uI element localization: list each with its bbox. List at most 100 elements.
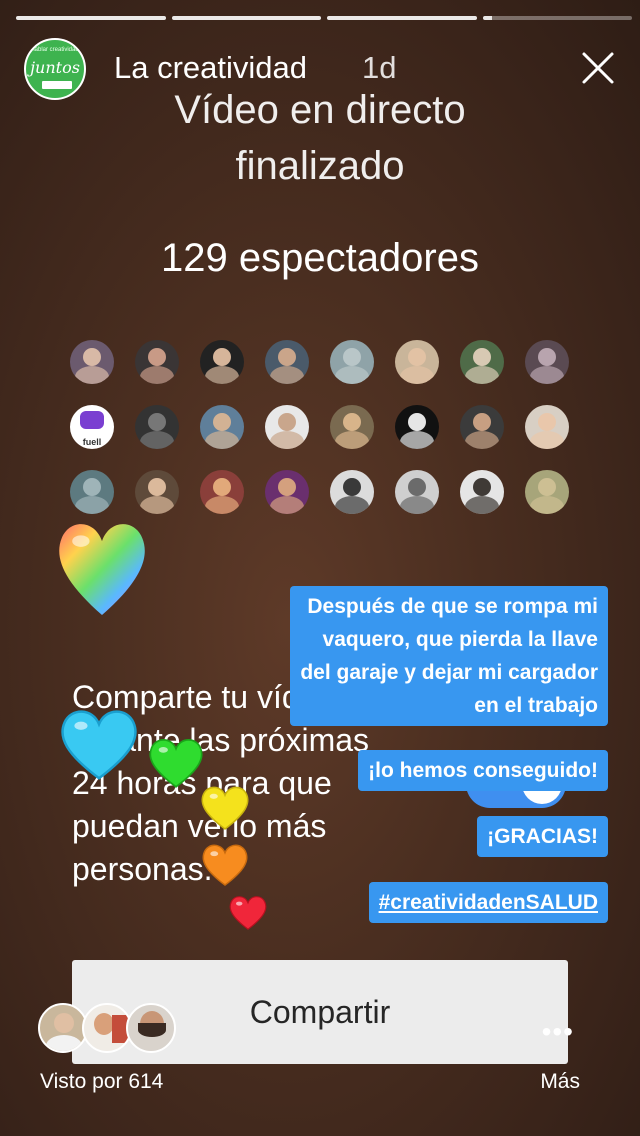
viewer-avatar[interactable] (330, 470, 374, 514)
viewer-avatar[interactable] (200, 470, 244, 514)
sticker-text: ¡lo hemos conseguido! (368, 759, 598, 782)
story-progress-bar (16, 16, 632, 20)
viewer-avatar[interactable] (395, 470, 439, 514)
avatar-face (83, 348, 101, 366)
avatar-body (270, 431, 304, 449)
seen-by-count[interactable]: Visto por 614 (40, 1070, 163, 1094)
avatar-body (465, 496, 499, 514)
hashtag-text: #creatividadenSALUD (378, 891, 598, 914)
achievement-sticker[interactable]: ¡lo hemos conseguido! (358, 750, 608, 791)
yellow-heart-icon (201, 786, 249, 830)
viewer-avatar[interactable] (460, 405, 504, 449)
avatar-face (408, 478, 426, 496)
title-line: finalizado (235, 144, 405, 188)
viewer-avatar[interactable] (265, 405, 309, 449)
viewer-avatar[interactable] (460, 340, 504, 384)
progress-segment (16, 16, 166, 20)
time-ago: 1d (362, 50, 397, 85)
progress-segment-current (482, 16, 632, 20)
avatar-face (148, 348, 166, 366)
thanks-sticker[interactable]: ¡GRACIAS! (477, 816, 608, 857)
red-heart-icon (229, 896, 267, 930)
viewer-avatar[interactable] (70, 470, 114, 514)
avatar-face (213, 478, 231, 496)
avatar-face (213, 413, 231, 431)
avatar-face (148, 478, 166, 496)
avatar-body (465, 366, 499, 384)
avatar-body (530, 496, 564, 514)
logo-small-text: hablar creatividad (31, 47, 79, 53)
rainbow-heart-icon (59, 524, 145, 615)
username[interactable]: La creatividad (114, 50, 307, 86)
viewer-avatar[interactable] (135, 405, 179, 449)
close-icon (582, 52, 614, 84)
avatar-body (75, 366, 109, 384)
avatar-face (343, 413, 361, 431)
sticker-text: ¡GRACIAS! (487, 825, 598, 848)
speech-bubble-icon (80, 411, 104, 429)
viewer-avatar[interactable] (200, 405, 244, 449)
viewer-count: 129 espectadores (160, 236, 479, 280)
avatar-face (343, 348, 361, 366)
live-ended-title: Vídeo en directo finalizado (0, 82, 640, 194)
close-button[interactable] (580, 50, 616, 86)
viewer-avatar[interactable] (330, 405, 374, 449)
avatar-body (400, 496, 434, 514)
avatar-face (538, 413, 556, 431)
avatar-face (343, 478, 361, 496)
viewer-avatar[interactable] (525, 340, 569, 384)
avatar-face (473, 413, 491, 431)
viewer-avatar[interactable] (525, 405, 569, 449)
avatar-body (205, 496, 239, 514)
caption-sticker[interactable]: Después de que se rompa mi vaquero, que … (290, 586, 608, 726)
viewer-avatar[interactable] (525, 470, 569, 514)
avatar-face (473, 478, 491, 496)
seen-by-avatars[interactable] (38, 1003, 188, 1057)
viewer-avatar[interactable] (265, 340, 309, 384)
more-options-label[interactable]: Más (540, 1070, 580, 1094)
avatar-face (278, 413, 296, 431)
avatar-body (335, 366, 369, 384)
sticker-line: en el trabajo (474, 694, 598, 717)
viewer-avatar[interactable] (70, 340, 114, 384)
avatar-face (473, 348, 491, 366)
avatar-face (408, 348, 426, 366)
viewer-avatar-grid: fuell (70, 340, 582, 514)
green-heart-icon (149, 739, 203, 788)
viewer-avatar[interactable] (135, 340, 179, 384)
avatar-body (140, 431, 174, 449)
avatar-body (465, 431, 499, 449)
viewer-avatar[interactable] (135, 470, 179, 514)
viewer-avatar[interactable] (330, 340, 374, 384)
avatar-body (270, 496, 304, 514)
avatar-face (148, 413, 166, 431)
avatar-face (278, 478, 296, 496)
sticker-line: Después de que se rompa mi (307, 595, 598, 618)
viewer-avatar[interactable] (265, 470, 309, 514)
avatar-face (278, 348, 296, 366)
title-line: Vídeo en directo (174, 88, 466, 132)
avatar-body (270, 366, 304, 384)
viewer-avatar[interactable] (395, 340, 439, 384)
viewer-avatar (126, 1003, 176, 1053)
avatar-face (213, 348, 231, 366)
progress-segment (327, 16, 477, 20)
avatar-body (400, 431, 434, 449)
avatar-body (530, 431, 564, 449)
sticker-line: vaquero, que pierda la llave (322, 628, 598, 651)
viewer-avatar[interactable]: fuell (70, 405, 114, 449)
blue-heart-icon (61, 710, 137, 780)
viewer-avatar[interactable] (460, 470, 504, 514)
avatar-body (400, 366, 434, 384)
viewer-avatar[interactable] (395, 405, 439, 449)
avatar-body (140, 366, 174, 384)
more-options-icon[interactable]: ••• (542, 1016, 574, 1048)
viewer-avatar (38, 1003, 88, 1053)
avatar-body (335, 431, 369, 449)
avatar-face (83, 478, 101, 496)
avatar-face (538, 478, 556, 496)
hashtag-sticker[interactable]: #creatividadenSALUD (368, 882, 608, 923)
logo-text: juntos (30, 58, 80, 77)
avatar-body (530, 366, 564, 384)
viewer-avatar[interactable] (200, 340, 244, 384)
